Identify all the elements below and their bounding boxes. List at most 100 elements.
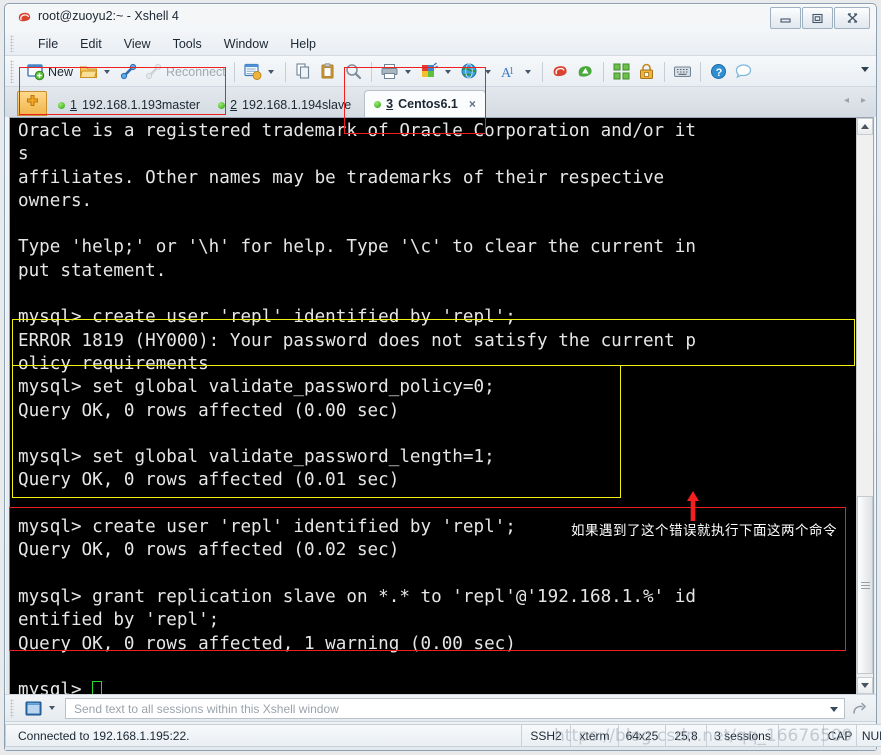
menu-view[interactable]: View <box>113 34 162 54</box>
copy-button[interactable] <box>291 59 316 84</box>
globe-icon <box>460 62 479 81</box>
new-tab-button[interactable] <box>17 91 47 116</box>
menu-file[interactable]: File <box>27 34 69 54</box>
tab-session-3[interactable]: 3 Centos6.1 × <box>364 90 486 117</box>
properties-button[interactable] <box>240 59 280 84</box>
print-button[interactable] <box>377 59 417 84</box>
scroll-down-button[interactable] <box>857 677 873 694</box>
menu-items: File Edit View Tools Window Help <box>27 31 327 56</box>
chinese-annotation: 如果遇到了这个错误就执行下面这两个命令 <box>571 523 837 539</box>
reconnect-label: Reconnect <box>166 64 226 79</box>
terminal-line: Type 'help;' or '\h' for help. Type '\c'… <box>18 237 696 258</box>
terminal-screen[interactable]: Oracle is a registered trademark of Orac… <box>9 117 874 695</box>
window-controls <box>770 7 870 29</box>
find-button[interactable] <box>341 59 366 84</box>
new-session-button[interactable]: New <box>23 59 76 84</box>
keyboard-button[interactable] <box>670 59 695 84</box>
open-folder-button[interactable] <box>76 59 116 84</box>
tab-status-dot-icon <box>58 101 65 109</box>
sendbar-dropdown-caret-icon[interactable] <box>49 706 55 710</box>
menu-edit[interactable]: Edit <box>69 34 113 54</box>
tab-next-icon[interactable]: ▸ <box>861 95 866 106</box>
font-caret-icon[interactable] <box>524 69 531 74</box>
tab-status-dot-icon <box>374 100 382 108</box>
color-scheme-button[interactable] <box>417 59 457 84</box>
tab-label: 192.168.1.194slave <box>242 98 352 112</box>
print-icon <box>380 62 399 81</box>
xftp-button[interactable] <box>573 59 598 84</box>
toolbar-separator-1 <box>233 61 235 82</box>
toolbar-separator-5 <box>602 61 604 82</box>
terminal-window-icon[interactable] <box>23 699 44 718</box>
close-button[interactable] <box>834 7 870 29</box>
terminal-line: entified by 'repl'; <box>18 610 220 631</box>
globe-button[interactable] <box>457 59 497 84</box>
chat-button[interactable] <box>731 59 756 84</box>
toolbar-grip-icon[interactable] <box>10 60 14 83</box>
xftp-icon <box>576 62 595 81</box>
tab-status-dot-icon <box>218 101 226 109</box>
terminal-line: Query OK, 0 rows affected, 1 warning (0.… <box>18 633 516 654</box>
help-icon: ? <box>709 62 728 81</box>
help-button[interactable]: ? <box>706 59 731 84</box>
tab-label: 192.168.1.193master <box>81 98 201 112</box>
scroll-up-button[interactable] <box>857 118 873 135</box>
terminal-line: olicy requirements <box>18 353 209 374</box>
tab-number: 3 <box>386 97 394 111</box>
toolbar-items: New Reconnect A 1 ? <box>23 56 756 87</box>
terminal-scrollbar[interactable] <box>856 118 873 694</box>
scrollbar-thumb[interactable] <box>857 496 873 674</box>
chevron-up-icon <box>861 124 869 129</box>
sendbar-grip-icon[interactable] <box>10 699 14 718</box>
print-caret-icon[interactable] <box>404 69 411 74</box>
menu-window[interactable]: Window <box>213 34 279 54</box>
menu-grip-icon[interactable] <box>10 35 14 52</box>
tab-session-1[interactable]: 1 192.168.1.193master <box>49 93 209 117</box>
toolbar-overflow-icon[interactable] <box>861 67 869 72</box>
xshell-button[interactable] <box>548 59 573 84</box>
arrange-icon <box>612 62 631 81</box>
maximize-button[interactable] <box>802 7 833 29</box>
status-num-lock: NUM <box>857 724 881 747</box>
send-text-input[interactable]: Send text to all sessions within this Xs… <box>65 698 845 719</box>
terminal-line: mysql> create user 'repl' identified by … <box>18 307 516 328</box>
send-to-all-bar: Send text to all sessions within this Xs… <box>5 694 876 721</box>
lock-button[interactable] <box>634 59 659 84</box>
window-title: root@zuoyu2:~ - Xshell 4 <box>38 9 179 23</box>
lock-icon <box>637 62 656 81</box>
properties-caret-icon[interactable] <box>267 69 274 74</box>
tab-session-2[interactable]: 2 192.168.1.194slave <box>209 93 360 117</box>
toolbar-separator-4 <box>541 61 543 82</box>
menu-tools[interactable]: Tools <box>162 34 213 54</box>
xshell-icon <box>551 62 570 81</box>
keyboard-icon <box>673 62 692 81</box>
color-scheme-caret-icon[interactable] <box>444 69 451 74</box>
find-icon <box>344 62 363 81</box>
link-button[interactable] <box>116 59 141 84</box>
arrange-button[interactable] <box>609 59 634 84</box>
properties-icon <box>243 62 262 81</box>
scrollbar-grip-icon <box>860 581 870 589</box>
terminal-line: mysql> grant replication slave on *.* to… <box>18 586 696 607</box>
terminal-line: Query OK, 0 rows affected (0.00 sec) <box>18 400 400 421</box>
send-icon[interactable] <box>850 700 868 718</box>
terminal-line: ERROR 1819 (HY000): Your password does n… <box>18 330 696 351</box>
terminal-line: mysql> set global validate_password_leng… <box>18 447 495 468</box>
terminal-line: Query OK, 0 rows affected (0.01 sec) <box>18 470 400 491</box>
tab-number: 1 <box>70 98 77 112</box>
paste-button[interactable] <box>316 59 341 84</box>
new-session-icon <box>26 62 45 81</box>
tab-close-icon[interactable]: × <box>469 97 476 111</box>
menu-help[interactable]: Help <box>279 34 327 54</box>
open-folder-caret-icon[interactable] <box>104 69 111 74</box>
minimize-button[interactable] <box>770 7 801 29</box>
send-history-dropdown-icon[interactable] <box>830 707 838 712</box>
font-button[interactable]: A 1 <box>497 59 537 84</box>
send-text-placeholder: Send text to all sessions within this Xs… <box>74 701 339 716</box>
terminal-prompt: mysql> <box>18 680 93 695</box>
link-icon <box>119 62 138 81</box>
globe-caret-icon[interactable] <box>484 69 491 74</box>
tab-prev-icon[interactable]: ◂ <box>844 95 849 106</box>
